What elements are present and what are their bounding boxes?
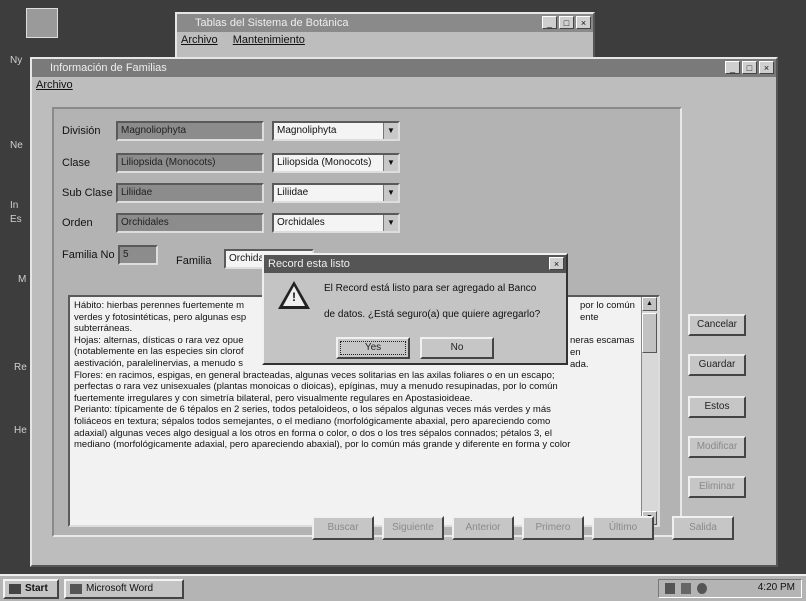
- orden-label: Orden: [62, 217, 93, 229]
- main-window-titlebar[interactable]: Información de Familias _ □ ×: [32, 59, 776, 77]
- system-tray: 4:20 PM: [658, 579, 802, 598]
- back-window-titlebar[interactable]: Tablas del Sistema de Botánica _ □ ×: [177, 14, 593, 32]
- familia-label: Familia: [176, 255, 212, 267]
- guardar-button[interactable]: Guardar: [688, 354, 746, 376]
- menu-archivo[interactable]: Archivo: [181, 34, 218, 46]
- desktop-label: Es: [10, 214, 22, 225]
- subclase-label: Sub Clase: [62, 187, 113, 199]
- maximize-icon[interactable]: □: [742, 61, 757, 74]
- buscar-button[interactable]: Buscar: [312, 516, 374, 540]
- ultimo-button[interactable]: Último: [592, 516, 654, 540]
- division-combo-value: Magnoliphyta: [277, 125, 337, 136]
- close-icon[interactable]: ×: [549, 257, 564, 270]
- volume-icon[interactable]: [665, 583, 675, 594]
- description-line: Flores: en racimos, espigas, en general …: [74, 369, 555, 381]
- yes-button[interactable]: Yes: [336, 337, 410, 359]
- eliminar-button[interactable]: Eliminar: [688, 476, 746, 498]
- description-fragment: ada.: [570, 359, 589, 370]
- description-line: mediano (morfológicamente adaxial, pero …: [74, 439, 571, 451]
- network-icon[interactable]: [681, 583, 691, 594]
- description-line: foliáceos en textura; sépalos todos seme…: [74, 415, 551, 427]
- description-fragment: ente: [580, 312, 599, 323]
- clase-label: Clase: [62, 157, 91, 169]
- orden-field: Orchidales: [116, 213, 264, 233]
- warning-icon: !: [278, 281, 310, 309]
- confirm-dialog[interactable]: Record esta listo × ! El Record está lis…: [262, 253, 568, 365]
- taskbar: Start Microsoft Word 4:20 PM: [0, 574, 806, 601]
- back-window-menubar: Archivo Mantenimiento: [177, 32, 593, 48]
- desktop-label: Ne: [10, 140, 23, 151]
- desktop-label: He: [14, 425, 27, 436]
- familia-no-field: 5: [118, 245, 158, 265]
- description-fragment: por lo común: [580, 300, 635, 311]
- dialog-titlebar[interactable]: Record esta listo ×: [264, 255, 566, 273]
- minimize-icon[interactable]: _: [542, 16, 557, 29]
- taskbar-item-label: Microsoft Word: [86, 583, 154, 594]
- description-fragment: en: [570, 347, 581, 358]
- chevron-down-icon[interactable]: ▼: [383, 185, 398, 201]
- familia-no-label: Familia No: [62, 249, 115, 261]
- maximize-icon[interactable]: □: [559, 16, 574, 29]
- minimize-icon[interactable]: _: [725, 61, 740, 74]
- description-fragment: neras escamas: [570, 335, 635, 346]
- cancelar-button[interactable]: Cancelar: [688, 314, 746, 336]
- clock[interactable]: 4:20 PM: [758, 582, 795, 593]
- my-computer-icon[interactable]: [26, 8, 58, 38]
- start-label: Start: [25, 583, 48, 594]
- dialog-title: Record esta listo: [268, 258, 350, 270]
- scroll-thumb[interactable]: [642, 313, 657, 353]
- description-line: perfectas o rara vez unisexuales (planta…: [74, 381, 558, 393]
- description-line: fuertemente irregulares y con simetría b…: [74, 392, 473, 404]
- scroll-up-icon[interactable]: ▲: [642, 297, 657, 311]
- menu-archivo[interactable]: Archivo: [36, 79, 73, 91]
- division-combo[interactable]: Magnoliphyta ▼: [272, 121, 400, 141]
- desktop-label: M: [18, 274, 27, 285]
- division-label: División: [62, 125, 101, 137]
- clase-combo-value: Liliopsida (Monocots): [277, 157, 372, 168]
- orden-combo[interactable]: Orchidales ▼: [272, 213, 400, 233]
- desktop-label: In: [10, 200, 19, 211]
- siguiente-button[interactable]: Siguiente: [382, 516, 444, 540]
- close-icon[interactable]: ×: [759, 61, 774, 74]
- word-icon: [70, 584, 82, 594]
- start-button[interactable]: Start: [3, 579, 59, 599]
- subclase-combo[interactable]: Liliidae ▼: [272, 183, 400, 203]
- windows-logo-icon: [9, 584, 21, 594]
- description-scrollbar[interactable]: ▲ ▼: [641, 297, 658, 525]
- salida-button[interactable]: Salida: [672, 516, 734, 540]
- back-window-title: Tablas del Sistema de Botánica: [195, 17, 349, 29]
- description-line: adaxial) algunas veces algo desigual a l…: [74, 427, 552, 439]
- main-window-title: Información de Familias: [50, 62, 167, 74]
- chevron-down-icon[interactable]: ▼: [383, 123, 398, 139]
- clase-field: Liliopsida (Monocots): [116, 153, 264, 173]
- chevron-down-icon[interactable]: ▼: [383, 215, 398, 231]
- subclase-combo-value: Liliidae: [277, 187, 309, 198]
- anterior-button[interactable]: Anterior: [452, 516, 514, 540]
- no-button[interactable]: No: [420, 337, 494, 359]
- menu-mantenimiento[interactable]: Mantenimiento: [233, 34, 305, 46]
- main-window-menubar: Archivo: [32, 77, 776, 93]
- desktop-label: Re: [14, 362, 27, 373]
- estos-button[interactable]: Estos: [688, 396, 746, 418]
- antivirus-icon[interactable]: [697, 583, 707, 594]
- desktop-label: Ny: [10, 55, 23, 66]
- primero-button[interactable]: Primero: [522, 516, 584, 540]
- dialog-message-line2: de datos. ¿Está seguro(a) que quiere agr…: [324, 309, 541, 320]
- orden-combo-value: Orchidales: [277, 217, 325, 228]
- clase-combo[interactable]: Liliopsida (Monocots) ▼: [272, 153, 400, 173]
- chevron-down-icon[interactable]: ▼: [383, 155, 398, 171]
- description-line: Perianto: típicamente de 6 tépalos en 2 …: [74, 404, 551, 416]
- subclase-field: Liliidae: [116, 183, 264, 203]
- close-icon[interactable]: ×: [576, 16, 591, 29]
- taskbar-item-word[interactable]: Microsoft Word: [64, 579, 184, 599]
- modificar-button[interactable]: Modificar: [688, 436, 746, 458]
- dialog-message-line1: El Record está listo para ser agregado a…: [324, 283, 537, 294]
- division-field: Magnoliophyta: [116, 121, 264, 141]
